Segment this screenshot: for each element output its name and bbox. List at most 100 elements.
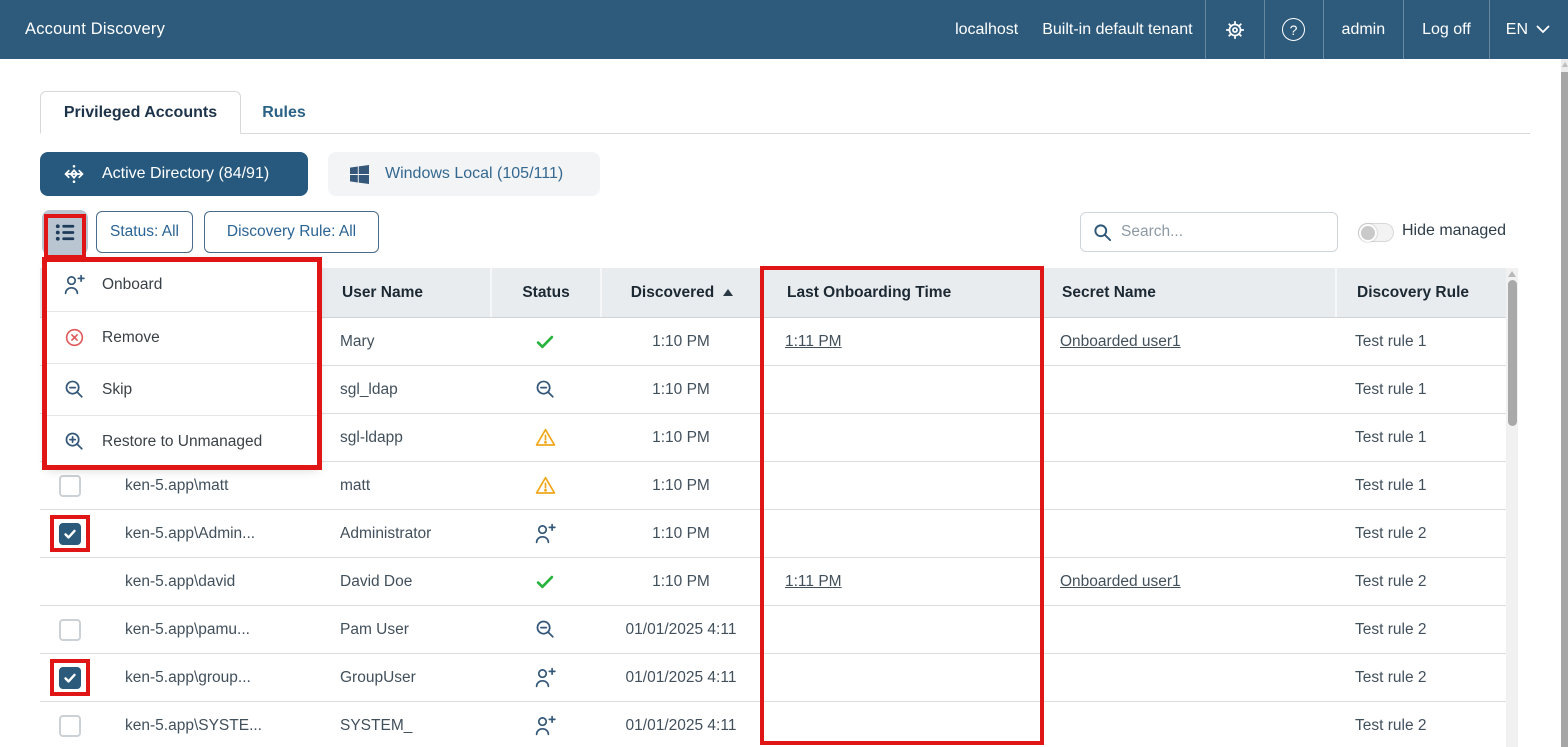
table-row[interactable]: ken-5.app\pamu... Pam User 01/01/2025 4:… (40, 606, 1508, 654)
discovery-rule-filter-button[interactable]: Discovery Rule: All (204, 211, 379, 253)
header-discovered-label: Discovered (631, 284, 715, 302)
discovered-cell: 1:10 PM (600, 414, 762, 461)
windows-local-label: Windows Local (105/111) (385, 165, 563, 183)
last-onboarding-cell (762, 606, 1042, 653)
row-checkbox[interactable] (59, 667, 81, 689)
tab-rules[interactable]: Rules (248, 91, 320, 134)
discovered-cell: 01/01/2025 4:11 (600, 702, 762, 747)
header-secret-name[interactable]: Secret Name (1042, 268, 1335, 317)
last-onboarding-cell: 1:11 PM (762, 318, 1042, 365)
search-input[interactable] (1121, 223, 1325, 241)
user-name-cell: David Doe (320, 558, 490, 605)
user-menu[interactable]: admin (1324, 0, 1404, 59)
row-select-cell (40, 654, 105, 701)
status-cell (490, 558, 600, 605)
secret-name-link[interactable]: Onboarded user1 (1060, 333, 1181, 351)
logoff-button[interactable]: Log off (1404, 0, 1489, 59)
row-checkbox[interactable] (59, 619, 81, 641)
status-warning-icon (534, 426, 557, 449)
secret-name-link[interactable]: Onboarded user1 (1060, 573, 1181, 591)
table-row[interactable]: ken-5.app\Admin... Administrator 1:10 PM… (40, 510, 1508, 558)
circle-x-icon (61, 326, 87, 349)
discovery-rule-cell: Test rule 2 (1335, 606, 1508, 653)
help-button[interactable]: ? (1265, 0, 1323, 59)
status-onboarded-icon (534, 571, 556, 593)
scroll-up-arrow-icon (1508, 271, 1516, 277)
discovered-cell: 1:10 PM (600, 462, 762, 509)
status-cell (490, 702, 600, 747)
user-name-cell: GroupUser (320, 654, 490, 701)
last-onboarding-link[interactable]: 1:11 PM (785, 333, 842, 351)
bulk-actions-menu: Onboard Remove Skip Restore to Unmanaged (47, 259, 318, 467)
page-scrollbar[interactable] (1561, 59, 1568, 747)
table-row[interactable]: ken-5.app\SYSTE... SYSTEM_ 01/01/2025 4:… (40, 702, 1508, 747)
table-row[interactable]: ken-5.app\group... GroupUser 01/01/2025 … (40, 654, 1508, 702)
last-onboarding-cell (762, 702, 1042, 747)
user-name-cell: sgl-ldapp (320, 414, 490, 461)
discovered-cell: 1:10 PM (600, 510, 762, 557)
discovery-rule-cell: Test rule 1 (1335, 366, 1508, 413)
status-warning-icon (534, 474, 557, 497)
user-name-cell: matt (320, 462, 490, 509)
row-select-cell (40, 558, 105, 605)
language-label: EN (1506, 21, 1528, 39)
discovery-rule-cell: Test rule 2 (1335, 654, 1508, 701)
tab-privileged-accounts[interactable]: Privileged Accounts (40, 91, 241, 134)
secret-name-cell (1042, 414, 1335, 461)
status-cell (490, 366, 600, 413)
windows-local-button[interactable]: Windows Local (105/111) (328, 152, 600, 196)
menu-item-onboard[interactable]: Onboard (47, 259, 318, 311)
secret-name-cell: Onboarded user1 (1042, 318, 1335, 365)
table-row[interactable]: ken-5.app\david David Doe 1:10 PM 1:11 P… (40, 558, 1508, 606)
header-user-name[interactable]: User Name (320, 268, 490, 317)
windows-logo-icon (350, 165, 369, 184)
row-checkbox[interactable] (59, 715, 81, 737)
hide-managed-label: Hide managed (1402, 222, 1506, 240)
status-cell (490, 510, 600, 557)
person-plus-icon (61, 273, 87, 297)
language-selector[interactable]: EN (1490, 0, 1568, 59)
discovered-cell: 1:10 PM (600, 366, 762, 413)
discovery-rule-cell: Test rule 1 (1335, 414, 1508, 461)
status-cell (490, 318, 600, 365)
header-status[interactable]: Status (490, 268, 600, 317)
discovered-cell: 01/01/2025 4:11 (600, 606, 762, 653)
row-checkbox[interactable] (59, 475, 81, 497)
table-row[interactable]: ken-5.app\matt matt 1:10 PM Test rule 1 (40, 462, 1508, 510)
account-name-cell: ken-5.app\SYSTE... (105, 702, 320, 747)
zoom-in-icon (61, 430, 87, 453)
row-select-cell (40, 462, 105, 509)
header-discovered[interactable]: Discovered (600, 268, 762, 317)
secret-name-cell (1042, 462, 1335, 509)
table-scrollbar[interactable] (1506, 268, 1518, 747)
host-label: localhost (943, 0, 1030, 59)
account-name-cell: ken-5.app\Admin... (105, 510, 320, 557)
row-checkbox[interactable] (59, 523, 81, 545)
status-filter-button[interactable]: Status: All (96, 211, 193, 253)
discovered-cell: 1:10 PM (600, 318, 762, 365)
row-select-cell (40, 606, 105, 653)
zoom-out-icon (61, 378, 87, 401)
secret-name-cell (1042, 606, 1335, 653)
help-icon: ? (1282, 18, 1305, 41)
hide-managed-toggle[interactable] (1358, 223, 1394, 242)
header-discovery-rule[interactable]: Discovery Rule (1335, 268, 1508, 317)
secret-name-cell (1042, 702, 1335, 747)
search-icon (1093, 223, 1112, 242)
page-scrollbar-thumb[interactable] (1561, 72, 1568, 747)
discovery-rule-cell: Test rule 1 (1335, 462, 1508, 509)
last-onboarding-link[interactable]: 1:11 PM (785, 573, 842, 591)
account-name-cell: ken-5.app\matt (105, 462, 320, 509)
account-name-cell: ken-5.app\group... (105, 654, 320, 701)
settings-button[interactable] (1206, 0, 1264, 59)
header-last-onboarding-time[interactable]: Last Onboarding Time (762, 268, 1042, 317)
table-scrollbar-thumb[interactable] (1508, 280, 1517, 426)
bulk-actions-button[interactable] (42, 210, 88, 255)
last-onboarding-cell (762, 366, 1042, 413)
menu-item-skip[interactable]: Skip (47, 363, 318, 415)
menu-item-remove[interactable]: Remove (47, 311, 318, 363)
active-directory-button[interactable]: Active Directory (84/91) (40, 152, 308, 196)
active-directory-label: Active Directory (84/91) (102, 165, 269, 183)
menu-item-restore-to-unmanaged[interactable]: Restore to Unmanaged (47, 415, 318, 467)
status-onboarded-icon (534, 331, 556, 353)
